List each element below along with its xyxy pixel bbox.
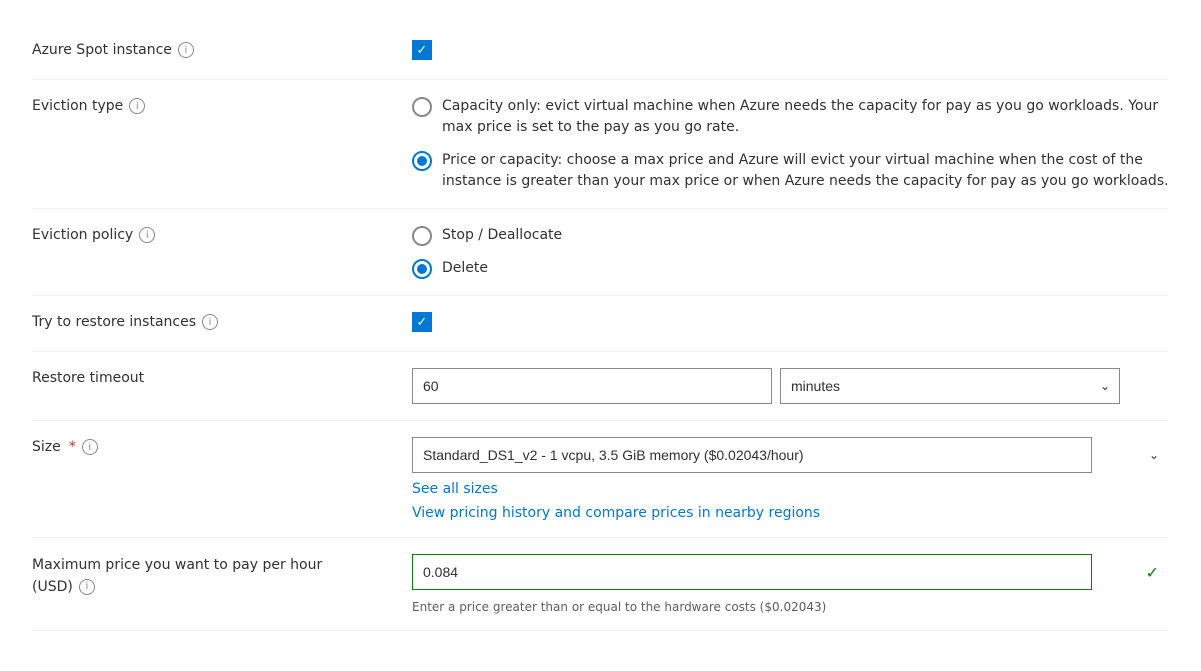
restore-timeout-label: Restore timeout (32, 368, 412, 386)
try-restore-checkbox[interactable]: ✓ (412, 312, 432, 332)
eviction-type-info-icon[interactable]: i (129, 98, 145, 114)
size-info-icon[interactable]: i (82, 439, 98, 455)
try-restore-label-text: Try to restore instances (32, 314, 196, 330)
eviction-policy-delete-radio[interactable] (412, 259, 432, 279)
eviction-type-row: Eviction type i Capacity only: evict vir… (32, 80, 1169, 209)
max-price-label-line2: (USD) (32, 578, 73, 598)
restore-timeout-control: minutes hours ⌄ (412, 368, 1169, 404)
eviction-type-capacity-only-radio[interactable] (412, 97, 432, 117)
eviction-policy-stop-deallocate-label: Stop / Deallocate (442, 225, 562, 246)
azure-spot-instance-info-icon[interactable]: i (178, 42, 194, 58)
restore-timeout-row: Restore timeout minutes hours ⌄ (32, 352, 1169, 421)
try-restore-info-icon[interactable]: i (202, 314, 218, 330)
size-required-indicator: * (69, 439, 76, 455)
azure-spot-instance-checkbox[interactable]: ✓ (412, 40, 432, 60)
eviction-type-label-text: Eviction type (32, 98, 123, 114)
max-price-hint: Enter a price greater than or equal to t… (412, 600, 1169, 614)
size-label: Size * i (32, 437, 412, 455)
size-control: Standard_DS1_v2 - 1 vcpu, 3.5 GiB memory… (412, 437, 1169, 521)
restore-timeout-input[interactable] (412, 368, 772, 404)
size-chevron-icon: ⌄ (1149, 448, 1159, 462)
eviction-policy-stop-deallocate-item[interactable]: Stop / Deallocate (412, 225, 1169, 246)
max-price-row: Maximum price you want to pay per hour (… (32, 538, 1169, 631)
restore-timeout-unit-wrapper: minutes hours ⌄ (780, 368, 1120, 404)
try-restore-label: Try to restore instances i (32, 312, 412, 330)
max-price-valid-icon: ✓ (1146, 563, 1159, 582)
eviction-type-price-or-capacity-item[interactable]: Price or capacity: choose a max price an… (412, 150, 1169, 192)
eviction-policy-delete-label: Delete (442, 258, 488, 279)
restore-timeout-label-text: Restore timeout (32, 370, 144, 386)
eviction-type-price-or-capacity-label: Price or capacity: choose a max price an… (442, 150, 1169, 192)
restore-timeout-unit-select[interactable]: minutes hours (780, 368, 1120, 404)
eviction-policy-label-text: Eviction policy (32, 227, 133, 243)
eviction-policy-info-icon[interactable]: i (139, 227, 155, 243)
max-price-info-icon[interactable]: i (79, 579, 95, 595)
eviction-type-capacity-only-item[interactable]: Capacity only: evict virtual machine whe… (412, 96, 1169, 138)
eviction-type-capacity-only-label: Capacity only: evict virtual machine whe… (442, 96, 1169, 138)
azure-spot-instance-label: Azure Spot instance i (32, 40, 412, 58)
azure-spot-instance-label-text: Azure Spot instance (32, 42, 172, 58)
try-restore-control: ✓ (412, 312, 1169, 332)
azure-spot-instance-row: Azure Spot instance i ✓ (32, 24, 1169, 80)
see-all-sizes-link[interactable]: See all sizes (412, 481, 1169, 497)
azure-spot-instance-control: ✓ (412, 40, 1169, 60)
try-restore-row: Try to restore instances i ✓ (32, 296, 1169, 352)
eviction-type-price-or-capacity-radio[interactable] (412, 151, 432, 171)
size-row: Size * i Standard_DS1_v2 - 1 vcpu, 3.5 G… (32, 421, 1169, 538)
max-price-label-line1: Maximum price you want to pay per hour (32, 556, 322, 576)
eviction-policy-stop-deallocate-radio[interactable] (412, 226, 432, 246)
try-restore-checkmark: ✓ (417, 316, 428, 329)
max-price-input[interactable] (412, 554, 1092, 590)
eviction-policy-radio-group: Stop / Deallocate Delete (412, 225, 1169, 279)
size-select-wrapper: Standard_DS1_v2 - 1 vcpu, 3.5 GiB memory… (412, 437, 1169, 473)
eviction-type-label: Eviction type i (32, 96, 412, 114)
size-select[interactable]: Standard_DS1_v2 - 1 vcpu, 3.5 GiB memory… (412, 437, 1092, 473)
eviction-policy-label: Eviction policy i (32, 225, 412, 243)
eviction-policy-control: Stop / Deallocate Delete (412, 225, 1169, 279)
restore-timeout-input-row: minutes hours ⌄ (412, 368, 1169, 404)
view-pricing-history-link[interactable]: View pricing history and compare prices … (412, 505, 1169, 521)
size-label-text: Size (32, 439, 61, 455)
eviction-type-radio-group: Capacity only: evict virtual machine whe… (412, 96, 1169, 192)
max-price-label: Maximum price you want to pay per hour (… (32, 554, 412, 597)
max-price-control: ✓ Enter a price greater than or equal to… (412, 554, 1169, 614)
eviction-policy-row: Eviction policy i Stop / Deallocate Dele… (32, 209, 1169, 296)
eviction-type-control: Capacity only: evict virtual machine whe… (412, 96, 1169, 192)
max-price-input-wrapper: ✓ (412, 554, 1169, 590)
azure-spot-instance-checkmark: ✓ (417, 44, 428, 57)
eviction-policy-delete-item[interactable]: Delete (412, 258, 1169, 279)
